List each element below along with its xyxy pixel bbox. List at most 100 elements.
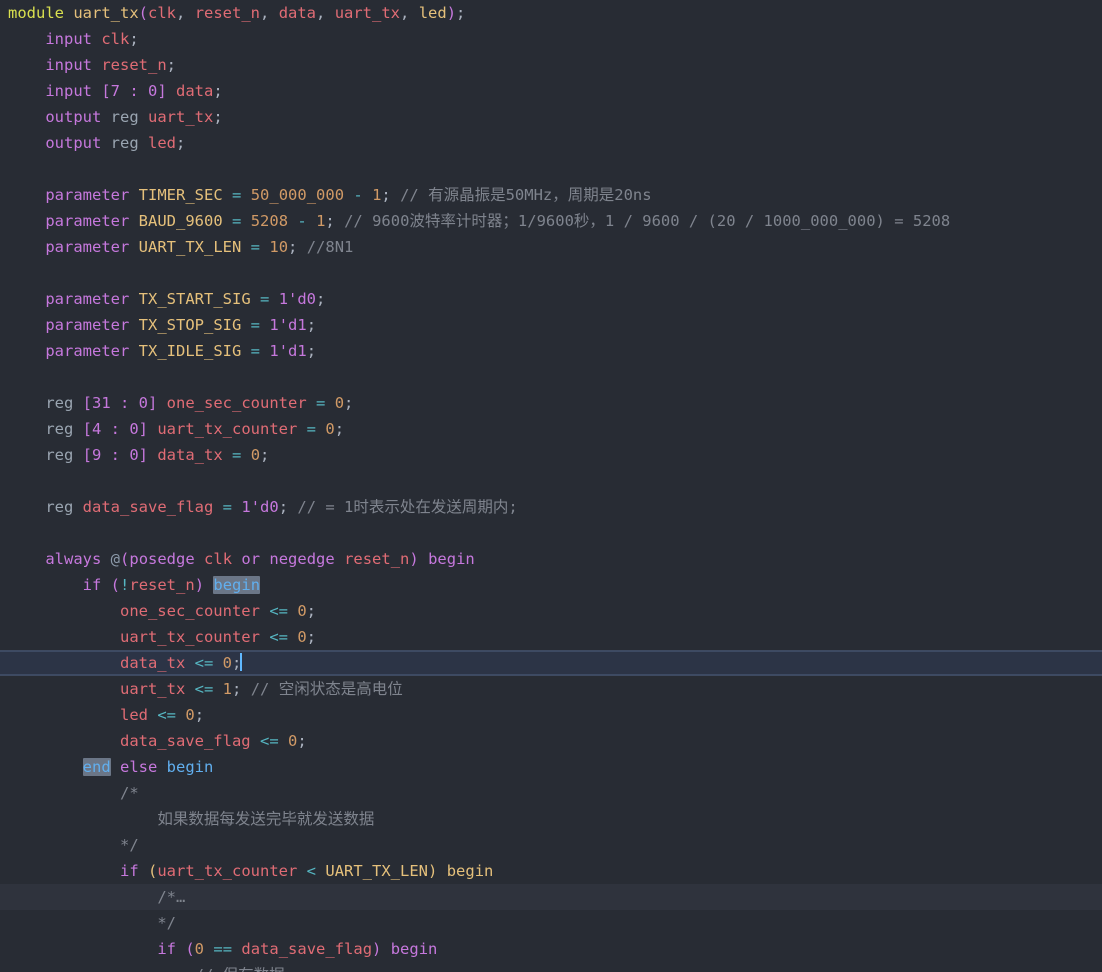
- token-number: 0: [222, 654, 233, 672]
- code-line[interactable]: */: [0, 832, 1102, 858]
- code-line-partial[interactable]: // 保存数据: [0, 962, 1102, 972]
- token-semicolon: ;: [316, 290, 326, 308]
- token-port: reset_n: [194, 4, 261, 22]
- token-param-name: UART_TX_LEN: [325, 862, 429, 880]
- token-paren: (: [185, 940, 195, 958]
- token-paren: ): [446, 4, 457, 22]
- code-line-blank[interactable]: [0, 364, 1102, 390]
- token-range: [4 : 0]: [82, 420, 148, 438]
- token-paren: ): [194, 576, 205, 594]
- token-number: 0: [334, 394, 345, 412]
- code-line[interactable]: reg [4 : 0] uart_tx_counter = 0;: [0, 416, 1102, 442]
- token-operator: =: [260, 290, 270, 308]
- token-number: 1'd0: [278, 290, 317, 308]
- token-param-name: BAUD_9600: [138, 212, 223, 230]
- token-number: 50_000_000: [250, 186, 345, 204]
- token-paren: (: [120, 550, 130, 568]
- token-comment: */: [157, 914, 176, 932]
- code-line-blank[interactable]: [0, 260, 1102, 286]
- code-line[interactable]: reg [9 : 0] data_tx = 0;: [0, 442, 1102, 468]
- token-range: [9 : 0]: [82, 446, 148, 464]
- token-param-name: TIMER_SEC: [138, 186, 223, 204]
- token-paren: ): [372, 940, 382, 958]
- token-keyword: reg: [110, 108, 139, 126]
- code-line[interactable]: parameter TX_START_SIG = 1'd0;: [0, 286, 1102, 312]
- code-line-blank[interactable]: [0, 468, 1102, 494]
- code-line[interactable]: parameter TX_STOP_SIG = 1'd1;: [0, 312, 1102, 338]
- folded-region[interactable]: /*…: [157, 888, 185, 906]
- code-line-active[interactable]: data_tx <= 0;: [0, 650, 1102, 676]
- code-line[interactable]: uart_tx_counter <= 0;: [0, 624, 1102, 650]
- token-identifier: uart_tx: [148, 108, 214, 126]
- code-editor[interactable]: module uart_tx(clk, reset_n, data, uart_…: [0, 0, 1102, 972]
- token-operator: =: [232, 186, 242, 204]
- token-keyword-begin: begin: [446, 862, 494, 880]
- code-line[interactable]: uart_tx <= 1; // 空闲状态是高电位: [0, 676, 1102, 702]
- code-line[interactable]: end else begin: [0, 754, 1102, 780]
- code-line[interactable]: parameter BAUD_9600 = 5208 - 1; // 9600波…: [0, 208, 1102, 234]
- code-line[interactable]: reg [31 : 0] one_sec_counter = 0;: [0, 390, 1102, 416]
- token-keyword: parameter: [45, 342, 130, 360]
- token-semicolon: ;: [456, 4, 466, 22]
- code-line[interactable]: */: [0, 910, 1102, 936]
- code-line-blank[interactable]: [0, 156, 1102, 182]
- token-param-name: UART_TX_LEN: [138, 238, 242, 256]
- token-identifier: reset_n: [129, 576, 195, 594]
- code-line[interactable]: parameter TX_IDLE_SIG = 1'd1;: [0, 338, 1102, 364]
- code-line[interactable]: input clk;: [0, 26, 1102, 52]
- code-line[interactable]: parameter TIMER_SEC = 50_000_000 - 1; //…: [0, 182, 1102, 208]
- token-keyword: negedge: [269, 550, 335, 568]
- token-identifier: uart_tx_counter: [119, 628, 260, 646]
- token-comma: ,: [400, 4, 419, 22]
- code-line[interactable]: led <= 0;: [0, 702, 1102, 728]
- token-keyword: reg: [45, 420, 74, 438]
- token-paren: ): [428, 862, 438, 880]
- token-operator: <=: [269, 628, 288, 646]
- code-line-folded-comment[interactable]: /*…: [0, 884, 1102, 910]
- token-at: @: [110, 550, 121, 568]
- code-line[interactable]: data_save_flag <= 0;: [0, 728, 1102, 754]
- token-comma: ,: [316, 4, 335, 22]
- token-param-name: TX_STOP_SIG: [138, 316, 242, 334]
- token-semicolon: ;: [306, 602, 317, 620]
- token-operator: =: [250, 342, 261, 360]
- code-line[interactable]: reg data_save_flag = 1'd0; // = 1时表示处在发送…: [0, 494, 1102, 520]
- token-identifier: data_tx: [119, 654, 186, 672]
- token-keyword: reg: [45, 498, 74, 516]
- code-line[interactable]: parameter UART_TX_LEN = 10; //8N1: [0, 234, 1102, 260]
- token-keyword: input: [45, 56, 92, 74]
- token-operator: ==: [213, 940, 233, 958]
- code-line[interactable]: module uart_tx(clk, reset_n, data, uart_…: [0, 0, 1102, 26]
- token-operator: =: [306, 420, 317, 438]
- token-keyword: posedge: [129, 550, 195, 568]
- code-line[interactable]: /*: [0, 780, 1102, 806]
- token-number: 0: [297, 628, 307, 646]
- code-line[interactable]: output reg led;: [0, 130, 1102, 156]
- token-keyword: output: [45, 134, 102, 152]
- token-comment: //8N1: [306, 238, 354, 256]
- token-operator: <=: [259, 732, 279, 750]
- code-line[interactable]: if (!reset_n) begin: [0, 572, 1102, 598]
- code-line[interactable]: output reg uart_tx;: [0, 104, 1102, 130]
- token-identifier: reset_n: [344, 550, 410, 568]
- token-identifier: data_tx: [157, 446, 223, 464]
- token-number: 0: [325, 420, 335, 438]
- token-comma: ,: [176, 4, 195, 22]
- token-identifier: reset_n: [101, 56, 167, 74]
- token-comment: // 保存数据: [195, 966, 285, 972]
- code-line[interactable]: input [7 : 0] data;: [0, 78, 1102, 104]
- code-line-blank[interactable]: [0, 520, 1102, 546]
- token-identifier: uart_tx_counter: [157, 862, 298, 880]
- code-line[interactable]: 如果数据每发送完毕就发送数据: [0, 806, 1102, 832]
- token-operator: =: [232, 212, 242, 230]
- code-line[interactable]: always @(posedge clk or negedge reset_n)…: [0, 546, 1102, 572]
- token-range: [7 : 0]: [101, 82, 167, 100]
- token-number: 0: [185, 706, 195, 724]
- code-line[interactable]: if (0 == data_save_flag) begin: [0, 936, 1102, 962]
- token-keyword-if: if: [82, 576, 102, 594]
- code-line[interactable]: if (uart_tx_counter < UART_TX_LEN) begin: [0, 858, 1102, 884]
- token-semicolon: ;: [381, 186, 391, 204]
- token-identifier: data: [176, 82, 214, 100]
- code-line[interactable]: input reset_n;: [0, 52, 1102, 78]
- code-line[interactable]: one_sec_counter <= 0;: [0, 598, 1102, 624]
